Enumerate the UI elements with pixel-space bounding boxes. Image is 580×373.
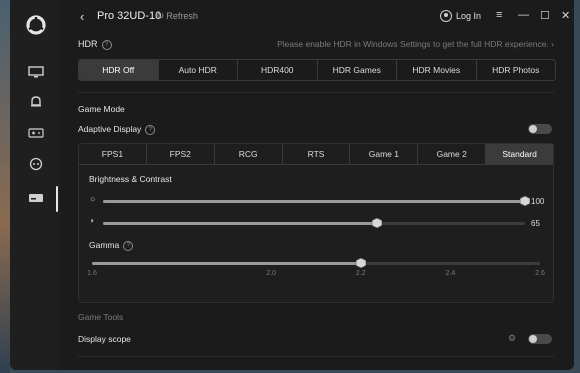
hdr-hint-text: Please enable HDR in Windows Settings to… [277, 39, 549, 49]
hdr-mode-option[interactable]: HDR Games [318, 60, 397, 80]
game-preset-option[interactable]: Standard [486, 144, 553, 164]
adaptive-display-label: Adaptive Display [78, 124, 142, 134]
back-arrow-icon[interactable]: ‹ [80, 9, 84, 24]
close-icon[interactable]: ✕ [561, 9, 570, 22]
refresh-button[interactable]: ↻ Refresh [156, 11, 198, 22]
game-preset-option[interactable]: FPS1 [79, 144, 147, 164]
desktop-background [0, 0, 10, 373]
gamma-slider-fill [92, 262, 361, 265]
game-preset-selector: FPS1 FPS2 RCG RTS Game 1 Game 2 Standard [79, 144, 553, 165]
contrast-slider-handle[interactable] [372, 218, 382, 228]
contrast-slider[interactable] [103, 218, 525, 228]
refresh-label: Refresh [166, 11, 198, 21]
help-icon[interactable]: ? [145, 124, 156, 135]
app-logo-icon [26, 15, 46, 35]
brightness-slider-fill [103, 200, 525, 203]
contrast-value: 65 [531, 219, 540, 228]
gamma-tick-label: 2.0 [266, 270, 277, 277]
maximize-icon[interactable]: ☐ [540, 9, 550, 22]
hdr-mode-option[interactable]: HDR Off [79, 60, 159, 80]
game-tools-label: Game Tools [78, 312, 124, 322]
adaptive-display-toggle[interactable] [528, 124, 552, 134]
help-icon[interactable]: ? [101, 39, 112, 50]
monitor-icon[interactable] [28, 65, 44, 79]
display-scope-toggle[interactable] [528, 334, 552, 344]
monitor-device-icon[interactable] [28, 191, 44, 205]
hdr-label: HDR [78, 39, 98, 49]
brightness-value: 100 [531, 197, 545, 206]
hdr-mode-option[interactable]: Auto HDR [159, 60, 238, 80]
controller-icon[interactable] [28, 157, 44, 171]
game-preset-option[interactable]: RCG [215, 144, 283, 164]
game-mode-panel: FPS1 FPS2 RCG RTS Game 1 Game 2 Standard Brigh… [78, 143, 554, 303]
device-title: Pro 32UD-10 [97, 10, 162, 22]
help-icon[interactable]: ? [123, 240, 134, 251]
game-preset-option[interactable]: Game 1 [350, 144, 419, 164]
gamma-label: Gamma [89, 240, 120, 250]
app-window: ‹ Pro 32UD-10 ↻ Refresh Log In ≡ — ☐ ✕ HD… [10, 0, 574, 370]
brightness-slider-handle[interactable] [520, 196, 530, 206]
refresh-icon: ↻ [156, 11, 165, 22]
hdr-mode-option[interactable]: HDR Movies [397, 60, 477, 80]
gamma-slider-handle[interactable] [356, 258, 366, 268]
bell-icon[interactable] [28, 95, 44, 109]
title-bar: ‹ Pro 32UD-10 ↻ Refresh Log In ≡ — ☐ ✕ [60, 0, 574, 34]
gear-icon[interactable]: ⚙ [508, 333, 516, 344]
hdr-mode-selector: HDR Off Auto HDR HDR400 HDR Games HDR Movies… [78, 59, 556, 81]
menu-icon[interactable]: ≡ [496, 9, 502, 21]
hdr-header: HDR? Please enable HDR in Windows Settin… [78, 39, 554, 53]
game-preset-option[interactable]: Game 2 [418, 144, 487, 164]
hdr-mode-option[interactable]: HDR400 [238, 60, 318, 80]
gamma-tick-label: 2.4 [445, 270, 456, 277]
minimize-icon[interactable]: — [518, 9, 529, 21]
hdr-mode-option[interactable]: HDR Photos [477, 60, 556, 80]
login-button[interactable]: Log In [456, 11, 481, 21]
user-icon[interactable] [440, 10, 452, 22]
gamma-tick-label: 1.6 [87, 270, 97, 277]
sidebar [10, 0, 60, 370]
gamma-tick-label: 2.6 [535, 270, 545, 277]
gamma-slider[interactable] [92, 258, 540, 268]
divider [78, 356, 554, 357]
display-scope-label: Display scope [78, 334, 131, 344]
divider [78, 92, 554, 93]
sidebar-active-indicator [56, 186, 58, 212]
brightness-slider[interactable] [103, 196, 530, 206]
hdr-hint-link[interactable]: Please enable HDR in Windows Settings to… [277, 39, 554, 49]
game-preset-option[interactable]: RTS [283, 144, 351, 164]
contrast-icon: ◑ [89, 216, 94, 225]
brightness-icon: ☼ [89, 194, 97, 203]
chevron-right-icon: › [548, 39, 554, 49]
game-mode-label: Game Mode [78, 104, 125, 114]
gamma-tick-label: 2.2 [355, 270, 366, 277]
contrast-slider-fill [103, 222, 377, 225]
brightness-contrast-label: Brightness & Contrast [89, 174, 172, 184]
gamepad-icon[interactable] [28, 126, 44, 140]
game-preset-option[interactable]: FPS2 [147, 144, 215, 164]
